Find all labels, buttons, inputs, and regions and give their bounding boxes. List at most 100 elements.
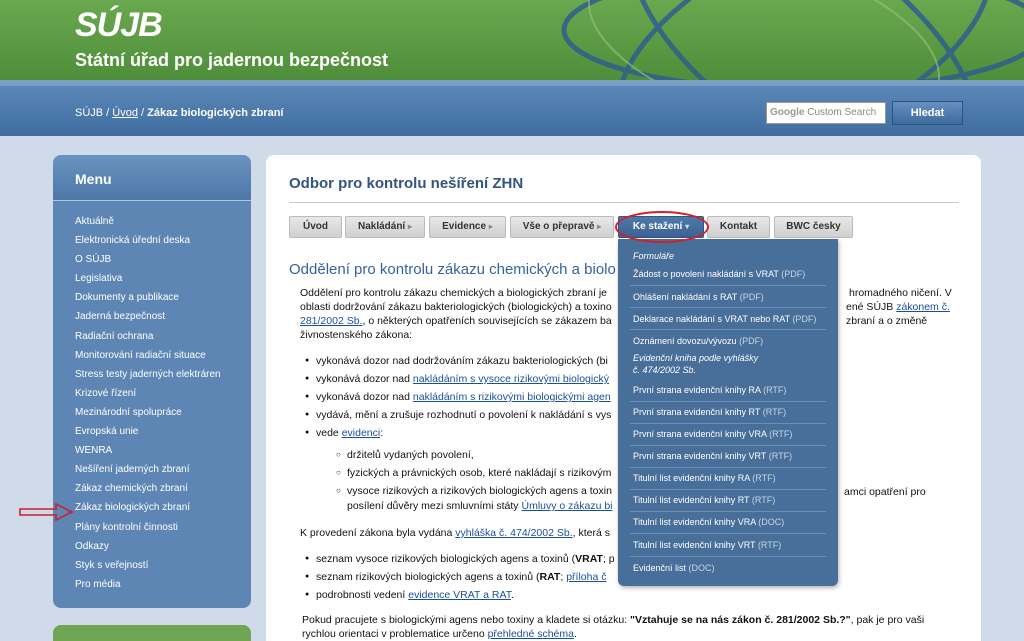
header-banner: SÚJB Státní úřad pro jadernou bezpečnost (0, 0, 1024, 80)
tab-uvod[interactable]: Úvod (289, 216, 342, 238)
dropdown-item-titulni-vrt[interactable]: Titulní list evidenční knihy VRT (RTF) (633, 540, 823, 550)
sidebar-item-legislativa[interactable]: Legislativa (75, 273, 221, 292)
dropdown-separator (630, 533, 826, 534)
dropdown-item-titulni-vra[interactable]: Titulní list evidenční knihy VRA (DOC) (633, 517, 823, 527)
divider (289, 202, 959, 203)
dropdown-separator (630, 445, 826, 446)
dropdown-item-prvni-vrt[interactable]: První strana evidenční knihy VRT (RTF) (633, 451, 823, 461)
annex-link[interactable]: příloha č (566, 571, 606, 583)
tab-bwc-cesky[interactable]: BWC česky (774, 216, 853, 238)
sidebar-item-mezinarodni[interactable]: Mezinárodní spolupráce (75, 407, 221, 426)
downloads-dropdown-menu: Formuláře Žádost o povolení nakládání s … (618, 239, 838, 586)
sidebar-item-stress-testy[interactable]: Stress testy jaderných elektráren (75, 369, 221, 388)
menu-title: Menu (75, 171, 112, 187)
sidebar-item-evropska-unie[interactable]: Evropská unie (75, 426, 221, 445)
red-arrow-icon (19, 503, 74, 521)
intro-line-2-tail: ené SÚJB zákonem č. (846, 301, 950, 313)
tab-vse-o-preprave[interactable]: Vše o přepravě ▸ (510, 216, 614, 238)
sidebar-secondary-box (53, 625, 251, 641)
dropdown-separator (630, 556, 826, 557)
intro-line-4: živnostenského zákona: (300, 329, 413, 341)
intro-line-2: oblasti dodržování zákazu bakteriologick… (300, 301, 612, 313)
sub-list-item-tail: amci opatření pro (844, 486, 926, 498)
dropdown-separator (630, 511, 826, 512)
sub-list-item-line-2: posílení důvěry mezi smluvními státy Úml… (347, 500, 613, 512)
list-item: vydává, mění a zrušuje rozhodnutí o povo… (305, 409, 611, 421)
intro-line-3-tail: zbraní a o změně (846, 315, 928, 327)
highlight-ellipse (615, 211, 709, 243)
section-title: Odbor pro kontrolu nešíření ZHN (289, 175, 524, 192)
dropdown-item-zadost-vrat[interactable]: Žádost o povolení nakládání s VRAT (PDF) (633, 269, 823, 279)
menu-list: Aktuálně Elektronická úřední deska O SÚJ… (75, 216, 221, 598)
sidebar-item-krizove-rizeni[interactable]: Krizové řízení (75, 388, 221, 407)
sidebar-item-plany[interactable]: Plány kontrolní činnosti (75, 522, 221, 541)
nav-bar: SÚJB / Úvod / Zákaz biologických zbraní … (0, 80, 1024, 136)
breadcrumb-current: Zákaz biologických zbraní (147, 107, 284, 119)
dropdown-item-prvni-ra[interactable]: První strana evidenční knihy RA (RTF) (633, 385, 823, 395)
dropdown-item-titulni-rt[interactable]: Titulní list evidenční knihy RT (RTF) (633, 495, 823, 505)
dropdown-separator (630, 401, 826, 402)
intro-line-1-tail: hromadného ničení. V (849, 287, 952, 299)
dropdown-separator (630, 307, 826, 308)
dropdown-group-heading: Evidenční kniha podle vyhlášky č. 474/200… (633, 353, 759, 375)
sidebar-item-biologicke[interactable]: Zákaz biologických zbraní (75, 502, 221, 521)
sidebar-item-aktualne[interactable]: Aktuálně (75, 216, 221, 235)
decree-link[interactable]: vyhláška č. 474/2002 Sb. (455, 527, 572, 539)
list-item: seznam vysoce rizikových biologických ag… (305, 553, 615, 565)
evidence-vrat-rat-link[interactable]: evidence VRAT a RAT (408, 589, 511, 601)
sujb-logo[interactable]: SÚJB (75, 6, 163, 45)
list-item: seznam rizikových biologických agens a t… (305, 571, 606, 583)
convention-link[interactable]: Úmluvy o zákazu bi (521, 500, 612, 512)
list-item: vykonává dozor nad nakládáním s rizikový… (305, 391, 611, 403)
tab-evidence[interactable]: Evidence ▸ (429, 216, 506, 238)
sidebar-item-chemicke[interactable]: Zákaz chemických zbraní (75, 483, 221, 502)
dropdown-item-evidencni-list[interactable]: Evidenční list (DOC) (633, 563, 823, 573)
sidebar-item-wenra[interactable]: WENRA (75, 445, 221, 464)
law-number-link[interactable]: 281/2002 Sb. (300, 315, 362, 327)
list-item: podrobnosti vedení evidence VRAT a RAT. (305, 589, 514, 601)
sidebar-item-odkazy[interactable]: Odkazy (75, 541, 221, 560)
sub-list-item: fyzických a právnických osob, které nakl… (336, 467, 611, 479)
dropdown-item-ohlaseni-rat[interactable]: Ohlášení nakládání s RAT (PDF) (633, 292, 823, 302)
decree-paragraph: K provedení zákona byla vydána vyhláška … (300, 527, 610, 539)
breadcrumb-root: SÚJB (75, 107, 104, 119)
breadcrumb-sep: / (137, 107, 148, 119)
rat-link[interactable]: nakládáním s rizikovými biologickými age… (413, 391, 611, 403)
dropdown-item-oznameni[interactable]: Oznámení dovozu/vývozu (PDF) (633, 336, 823, 346)
closing-paragraph: Pokud pracujete s biologickými agens neb… (302, 614, 925, 640)
intro-line-1: Oddělení pro kontrolu zákazu chemických … (300, 287, 607, 299)
sidebar-item-o-sujb[interactable]: O SÚJB (75, 254, 221, 273)
search-placeholder: Custom Search (807, 107, 877, 118)
tab-kontakt[interactable]: Kontakt (707, 216, 770, 238)
sidebar-item-nesireni[interactable]: Nešíření jaderných zbraní (75, 464, 221, 483)
intro-line-3: 281/2002 Sb., o některých opatřeních sou… (300, 315, 612, 327)
sidebar-item-styk[interactable]: Styk s veřejností (75, 560, 221, 579)
sidebar-item-pro-media[interactable]: Pro média (75, 579, 221, 598)
tab-nakladani[interactable]: Nakládání ▸ (345, 216, 425, 238)
search-button[interactable]: Hledat (892, 101, 963, 125)
vrat-link[interactable]: nakládáním s vysoce rizikovými biologick… (413, 373, 609, 385)
breadcrumb-home-link[interactable]: Úvod (112, 107, 138, 119)
law-link[interactable]: zákonem č. (896, 301, 950, 313)
dropdown-separator (630, 489, 826, 490)
sidebar-item-radiacni-ochrana[interactable]: Radiační ochrana (75, 331, 221, 350)
dropdown-group-heading: Formuláře (633, 251, 675, 261)
sidebar-menu: Menu Aktuálně Elektronická úřední deska … (53, 155, 251, 608)
evidence-link[interactable]: evidenci (342, 427, 381, 439)
dropdown-item-deklarace[interactable]: Deklarace nakládání s VRAT nebo RAT (PDF… (633, 314, 823, 324)
atom-orbit-graphic (561, 0, 1024, 80)
menu-header: Menu (53, 155, 251, 201)
sub-list-item: vysoce rizikových a rizikových biologick… (336, 485, 612, 497)
scheme-link[interactable]: přehledné schéma (488, 628, 574, 640)
sidebar-item-uredni-deska[interactable]: Elektronická úřední deska (75, 235, 221, 254)
sub-list-item: držitelů vydaných povolení, (336, 449, 474, 461)
sidebar-item-dokumenty[interactable]: Dokumenty a publikace (75, 292, 221, 311)
sidebar-item-jaderna-bezpecnost[interactable]: Jaderná bezpečnost (75, 311, 221, 330)
sidebar-item-monitorovani[interactable]: Monitorování radiační situace (75, 350, 221, 369)
list-item: vykonává dozor nad nakládáním s vysoce r… (305, 373, 609, 385)
search-input[interactable]: Google Custom Search (766, 102, 886, 124)
dropdown-separator (630, 423, 826, 424)
dropdown-item-prvni-rt[interactable]: První strana evidenční knihy RT (RTF) (633, 407, 823, 417)
dropdown-item-titulni-ra[interactable]: Titulní list evidenční knihy RA (RTF) (633, 473, 823, 483)
dropdown-item-prvni-vra[interactable]: První strana evidenční knihy VRA (RTF) (633, 429, 823, 439)
